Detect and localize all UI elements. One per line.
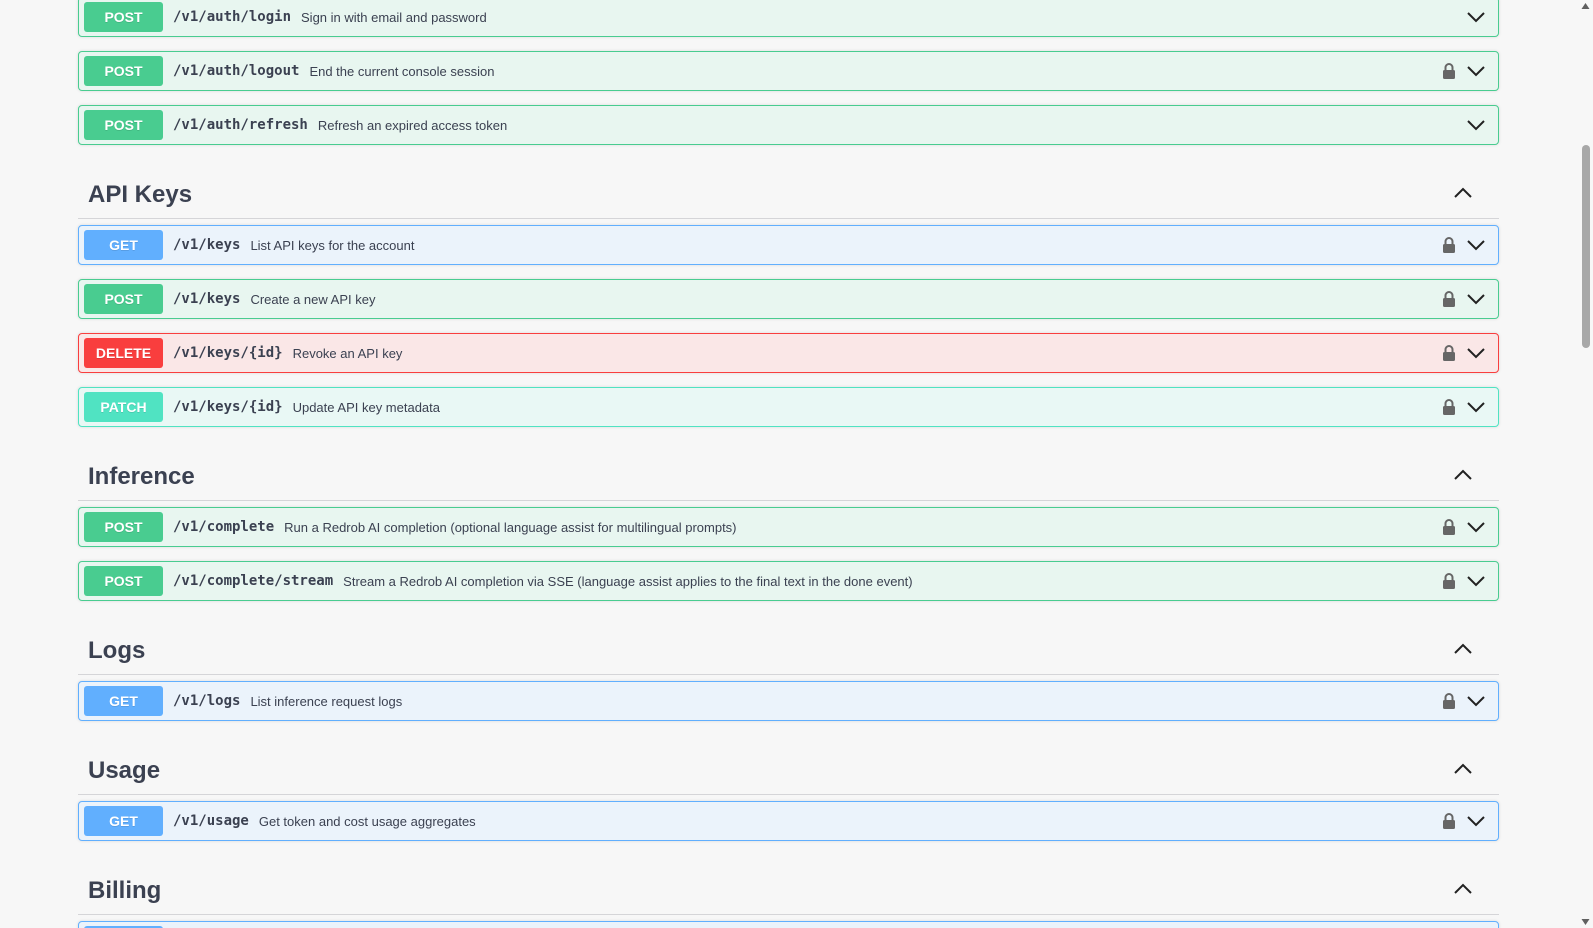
operation-controls (1466, 0, 1486, 36)
operation-controls (1442, 52, 1486, 90)
chevron-up-icon[interactable] (1453, 465, 1473, 485)
scrollbar-thumb[interactable] (1582, 145, 1590, 348)
operation-row[interactable]: GET/v1/billing/planGet current billing p… (78, 921, 1499, 928)
operation-path[interactable]: /v1/auth/login (173, 9, 291, 25)
operation-path[interactable]: /v1/usage (173, 813, 249, 829)
chevron-down-icon[interactable] (1466, 61, 1486, 81)
operation-controls (1466, 106, 1486, 144)
operation-controls (1442, 802, 1486, 840)
scroll-up-arrow-icon[interactable] (1581, 2, 1590, 10)
section-header[interactable]: Usage (78, 747, 1499, 795)
section-title[interactable]: Billing (88, 877, 161, 905)
operation-row[interactable]: POST/v1/complete Run a Redrob AI completi… (78, 507, 1499, 547)
section-header[interactable]: Billing (78, 867, 1499, 915)
operation-row[interactable]: GET/v1/logs List inference request logs (78, 681, 1499, 721)
operation-controls (1442, 226, 1486, 264)
operation-summary: Update API key metadata (292, 399, 441, 415)
chevron-down-icon[interactable] (1466, 517, 1486, 537)
operation-path[interactable]: /v1/auth/logout (173, 63, 299, 79)
operation-row[interactable]: GET/v1/usage Get token and cost usage agg… (78, 801, 1499, 841)
operation-summary: End the current console session (309, 63, 495, 79)
chevron-down-icon[interactable] (1466, 7, 1486, 27)
lock-icon[interactable] (1442, 290, 1456, 308)
scroll-down-arrow-icon[interactable] (1581, 918, 1590, 926)
operation-path[interactable]: /v1/keys/{id} (173, 399, 283, 415)
operation-controls (1442, 334, 1486, 372)
chevron-up-icon[interactable] (1453, 879, 1473, 899)
operation-row[interactable]: GET/v1/keys List API keys for the account (78, 225, 1499, 265)
chevron-up-icon[interactable] (1453, 639, 1473, 659)
section-header[interactable]: Inference (78, 453, 1499, 501)
operation-controls (1442, 508, 1486, 546)
section-title[interactable]: Inference (88, 463, 195, 491)
method-badge: GET (84, 686, 163, 716)
chevron-up-icon[interactable] (1453, 183, 1473, 203)
lock-icon[interactable] (1442, 572, 1456, 590)
operation-summary: Sign in with email and password (301, 9, 487, 25)
operation-summary: Get token and cost usage aggregates (258, 813, 476, 829)
operation-path[interactable]: /v1/keys/{id} (173, 345, 283, 361)
operation-summary: Revoke an API key (292, 345, 403, 361)
chevron-down-icon[interactable] (1466, 811, 1486, 831)
operation-summary: Create a new API key (250, 291, 376, 307)
operation-summary: List API keys for the account (250, 237, 415, 253)
section-header[interactable]: API Keys (78, 171, 1499, 219)
chevron-down-icon[interactable] (1466, 691, 1486, 711)
lock-icon[interactable] (1442, 344, 1456, 362)
scrollbar[interactable] (1578, 0, 1593, 928)
operation-summary: Run a Redrob AI completion (optional lan… (284, 519, 737, 535)
method-badge: POST (84, 56, 163, 86)
method-badge: POST (84, 110, 163, 140)
operation-controls (1442, 682, 1486, 720)
method-badge: POST (84, 284, 163, 314)
lock-icon[interactable] (1442, 518, 1456, 536)
operation-summary: Stream a Redrob AI completion via SSE (l… (343, 573, 913, 589)
lock-icon[interactable] (1442, 398, 1456, 416)
lock-icon[interactable] (1442, 692, 1456, 710)
chevron-down-icon[interactable] (1466, 115, 1486, 135)
method-badge: POST (84, 566, 163, 596)
operation-row[interactable]: POST/v1/auth/logout End the current conso… (78, 51, 1499, 91)
operation-row[interactable]: PATCH/v1/keys/{id} Update API key metadat… (78, 387, 1499, 427)
operation-row[interactable]: POST/v1/auth/refresh Refresh an expired a… (78, 105, 1499, 145)
operation-row[interactable]: DELETE/v1/keys/{id} Revoke an API key (78, 333, 1499, 373)
method-badge: GET (84, 806, 163, 836)
operation-controls (1442, 280, 1486, 318)
operation-row[interactable]: POST/v1/complete/stream Stream a Redrob A… (78, 561, 1499, 601)
method-badge: PATCH (84, 392, 163, 422)
operation-summary: List inference request logs (250, 693, 403, 709)
method-badge: GET (84, 230, 163, 260)
operation-controls (1442, 388, 1486, 426)
method-badge: POST (84, 2, 163, 32)
operation-controls (1442, 922, 1486, 928)
method-badge: POST (84, 512, 163, 542)
chevron-down-icon[interactable] (1466, 343, 1486, 363)
operation-controls (1442, 562, 1486, 600)
chevron-down-icon[interactable] (1466, 235, 1486, 255)
method-badge: DELETE (84, 338, 163, 368)
section-header[interactable]: Logs (78, 627, 1499, 675)
chevron-down-icon[interactable] (1466, 571, 1486, 591)
operation-path[interactable]: /v1/auth/refresh (173, 117, 308, 133)
chevron-up-icon[interactable] (1453, 759, 1473, 779)
lock-icon[interactable] (1442, 812, 1456, 830)
chevron-down-icon[interactable] (1466, 289, 1486, 309)
operation-path[interactable]: /v1/complete (173, 519, 274, 535)
lock-icon[interactable] (1442, 62, 1456, 80)
lock-icon[interactable] (1442, 236, 1456, 254)
operation-row[interactable]: POST/v1/auth/login Sign in with email and… (78, 0, 1499, 37)
operation-path[interactable]: /v1/keys (173, 237, 240, 253)
section-title[interactable]: API Keys (88, 181, 192, 209)
operation-summary: Refresh an expired access token (317, 117, 508, 133)
operation-path[interactable]: /v1/complete/stream (173, 573, 333, 589)
section-title[interactable]: Logs (88, 637, 145, 665)
operation-row[interactable]: POST/v1/keys Create a new API key (78, 279, 1499, 319)
chevron-down-icon[interactable] (1466, 397, 1486, 417)
operation-path[interactable]: /v1/logs (173, 693, 240, 709)
operation-path[interactable]: /v1/keys (173, 291, 240, 307)
section-title[interactable]: Usage (88, 757, 160, 785)
